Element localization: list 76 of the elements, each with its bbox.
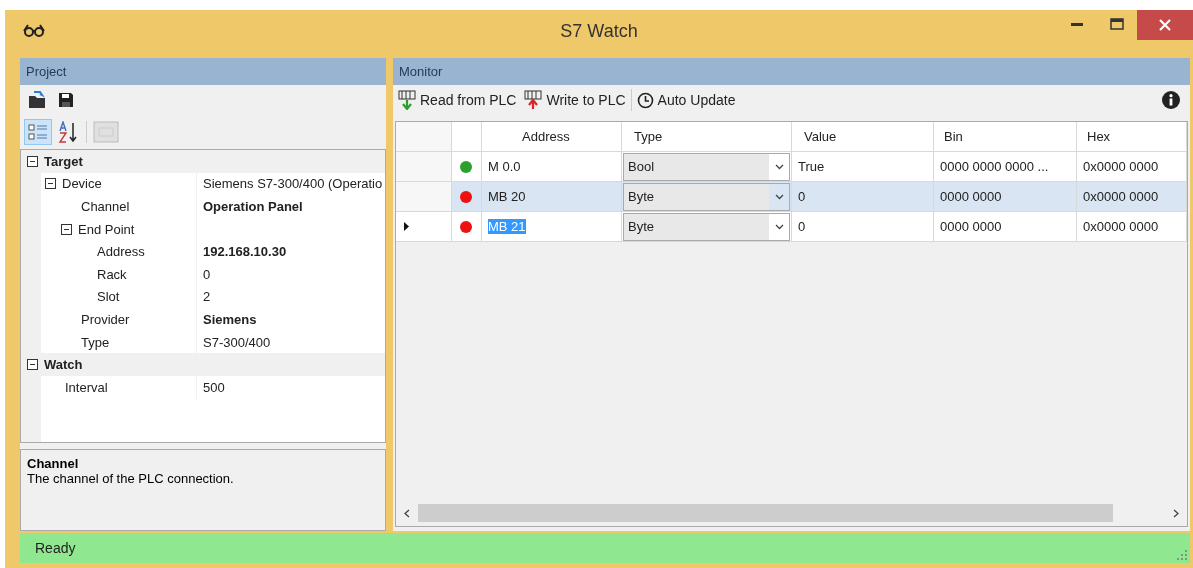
chevron-down-icon [774,163,784,170]
chevron-down-icon [774,193,784,200]
property-value[interactable]: Operation Panel [197,199,385,214]
glasses-icon [23,22,45,37]
sort-az-icon [58,121,80,143]
collapse-icon[interactable] [45,178,56,190]
property-value[interactable]: S7-300/400 [197,334,385,350]
help-text: The channel of the PLC connection. [27,471,234,486]
chevron-down-icon [774,223,784,230]
property-label: Slot [97,289,120,305]
toolbar-button[interactable]: Read from PLC [395,88,520,112]
property-label: Type [81,334,110,350]
property-value[interactable]: 0 [197,266,385,282]
property-label: Provider [81,311,130,327]
table-cell: 0000 0000 0000 ... [934,152,1077,182]
table-cell: 0x0000 0000 [1077,212,1187,242]
resize-grip-icon[interactable] [1177,550,1187,560]
property-value[interactable]: 2 [197,289,385,305]
info-icon [1162,91,1180,109]
property-label: Rack [97,266,127,282]
table-cell[interactable]: 0 [792,212,934,242]
type-dropdown[interactable]: Bool [623,152,790,181]
scroll-right-icon[interactable] [1173,508,1179,518]
table-cell[interactable]: MB 20 [482,182,622,212]
current-row-icon [404,222,409,231]
table-cell[interactable]: 0 [792,182,934,212]
category-label: Target [44,153,83,169]
folder-icon [28,91,46,109]
property-value[interactable]: 500 [197,379,385,395]
property-label: End Point [78,221,135,237]
help-title: Channel [27,456,80,471]
info-button[interactable] [1160,89,1182,111]
collapse-icon[interactable] [61,223,72,235]
maximize-icon [1110,18,1124,30]
property-label: Interval [65,379,108,395]
download-plc-icon [398,90,416,110]
table-cell: 0x0000 0000 [1077,182,1187,212]
save-button[interactable] [56,90,76,110]
property-label: Device [62,176,102,192]
table-cell: 0000 0000 [934,212,1077,242]
scrollbar-thumb[interactable] [418,504,1113,522]
panel-header: Monitor [393,58,1190,85]
table-cell[interactable]: True [792,152,934,182]
window-title: S7 Watch [560,20,638,42]
clock-icon [636,91,654,109]
table-cell[interactable]: M 0.0 [482,152,622,182]
column-header[interactable]: Value [792,122,934,152]
status-text: Ready [35,540,76,556]
scroll-left-icon[interactable] [404,508,410,518]
category-label: Watch [44,357,83,373]
toolbar-button[interactable]: Write to PLC [521,88,629,112]
open-button[interactable] [26,89,48,111]
column-header[interactable]: Bin [934,122,1077,152]
property-label: Channel [81,199,130,214]
close-icon [1159,19,1171,31]
column-header[interactable]: Type [622,122,792,152]
collapse-icon[interactable] [27,359,38,371]
upload-plc-icon [524,90,543,110]
property-value[interactable]: Siemens S7-300/400 (Operatio [197,176,385,192]
panel-header: Project [20,58,386,85]
column-header[interactable]: Hex [1077,122,1187,152]
table-cell: 0000 0000 [934,182,1077,212]
close-button[interactable] [1137,10,1193,40]
table-cell: 0x0000 0000 [1077,152,1187,182]
type-dropdown[interactable]: Byte [623,182,790,211]
property-value[interactable]: Siemens [197,311,385,327]
property-value[interactable]: 192.168.10.30 [197,244,385,260]
minimize-icon [1071,22,1083,26]
categorized-list-icon [27,122,49,142]
property-label: Address [97,244,145,260]
toolbar-button[interactable]: Auto Update [633,89,739,111]
column-header[interactable]: Address [482,122,622,152]
property-pages-icon [93,120,119,144]
save-icon [58,92,74,108]
type-dropdown[interactable]: Byte [623,212,790,241]
collapse-icon[interactable] [27,155,38,167]
